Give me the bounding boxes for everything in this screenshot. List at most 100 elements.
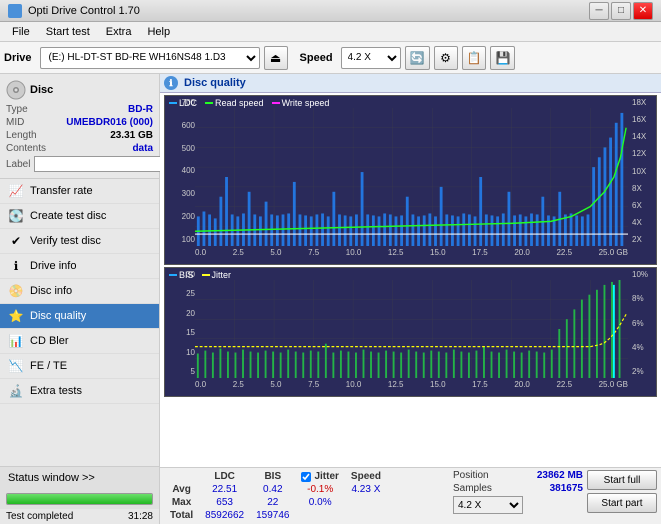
status-time: 31:28 <box>128 511 153 522</box>
sidebar-item-transfer-rate[interactable]: 📈 Transfer rate <box>0 179 159 204</box>
disc-mid-row: MID UMEBDR016 (000) <box>6 117 153 128</box>
disc-contents-value: data <box>132 143 153 154</box>
close-button[interactable]: ✕ <box>633 2 653 20</box>
sidebar-item-extra-tests[interactable]: 🔬 Extra tests <box>0 379 159 404</box>
top-chart: LDC Read speed Write speed 700 600 500 <box>164 95 657 265</box>
extra-tests-icon: 🔬 <box>8 384 24 398</box>
write-speed-dot <box>272 102 280 104</box>
jitter-checkbox[interactable] <box>301 472 311 482</box>
avg-speed: 4.23 X <box>345 483 387 496</box>
disc-type-label: Type <box>6 104 28 115</box>
top-chart-legend: LDC Read speed Write speed <box>169 98 329 108</box>
title-bar: Opti Drive Control 1.70 ─ □ ✕ <box>0 0 661 22</box>
bottom-chart: BIS Jitter 30 25 20 15 10 5 <box>164 267 657 397</box>
settings-button[interactable]: ⚙ <box>434 46 458 70</box>
sidebar-item-create-test-disc-label: Create test disc <box>30 210 106 222</box>
sidebar-item-cd-bler[interactable]: 📊 CD Bler <box>0 329 159 354</box>
ldc-label: LDC <box>179 98 197 108</box>
refresh-button[interactable]: 🔄 <box>405 46 430 70</box>
start-buttons: Start full Start part <box>587 470 657 513</box>
status-window-label: Status window >> <box>8 472 95 484</box>
status-text-row: Test completed 31:28 <box>0 509 159 524</box>
menu-start-test[interactable]: Start test <box>38 24 98 40</box>
create-test-disc-icon: 💽 <box>8 209 24 223</box>
disc-label-row: Label ✎ <box>6 156 153 172</box>
write-speed-label: Write speed <box>282 98 330 108</box>
total-bis: 159746 <box>250 509 295 522</box>
bottom-chart-y-right: 10% 8% 6% 4% 2% <box>632 268 656 378</box>
read-speed-label: Read speed <box>215 98 264 108</box>
position-row: Position 23862 MB <box>453 470 583 481</box>
cd-bler-icon: 📊 <box>8 334 24 348</box>
max-bis: 22 <box>250 496 295 509</box>
sidebar: Disc Type BD-R MID UMEBDR016 (000) Lengt… <box>0 74 160 524</box>
sidebar-item-drive-info-label: Drive info <box>30 260 76 272</box>
sidebar-status: Status window >> Test completed 31:28 <box>0 466 159 524</box>
progress-bar-fill <box>7 494 152 504</box>
write-speed-legend: Write speed <box>272 98 330 108</box>
bis-label: BIS <box>179 270 194 280</box>
sidebar-item-cd-bler-label: CD Bler <box>30 335 69 347</box>
status-window-button[interactable]: Status window >> <box>0 466 159 489</box>
status-text: Test completed <box>6 511 73 522</box>
stats-row-avg: Avg 22.51 0.42 -0.1% 4.23 X <box>164 483 387 496</box>
disc-length-label: Length <box>6 130 37 141</box>
position-label: Position <box>453 470 489 481</box>
start-full-button[interactable]: Start full <box>587 470 657 490</box>
speed-select-bottom[interactable]: 4.2 X <box>453 496 523 514</box>
jitter-label-header: Jitter <box>314 471 338 482</box>
top-chart-x-axis: 0.0 2.5 5.0 7.5 10.0 12.5 15.0 17.5 20.0… <box>195 246 628 264</box>
start-part-button[interactable]: Start part <box>587 493 657 513</box>
col-header-speed: Speed <box>345 470 387 483</box>
avg-bis: 0.42 <box>250 483 295 496</box>
disc-info-icon: 📀 <box>8 284 24 298</box>
sidebar-item-create-test-disc[interactable]: 💽 Create test disc <box>0 204 159 229</box>
stats-row-max: Max 653 22 0.0% <box>164 496 387 509</box>
fe-te-icon: 📉 <box>8 359 24 373</box>
drive-select[interactable]: (E:) HL-DT-ST BD-RE WH16NS48 1.D3 <box>40 47 260 69</box>
col-header-bis: BIS <box>250 470 295 483</box>
stats-table: LDC BIS Jitter Speed <box>164 470 449 522</box>
menu-help[interactable]: Help <box>139 24 178 40</box>
sidebar-item-disc-quality[interactable]: ⭐ Disc quality <box>0 304 159 329</box>
disc-label-input[interactable] <box>34 156 172 172</box>
max-ldc: 653 <box>199 496 250 509</box>
bottom-chart-y-left: 30 25 20 15 10 5 <box>165 268 195 378</box>
maximize-button[interactable]: □ <box>611 2 631 20</box>
sidebar-item-fe-te-label: FE / TE <box>30 360 67 372</box>
sidebar-item-verify-test-disc[interactable]: ✔ Verify test disc <box>0 229 159 254</box>
sidebar-item-drive-info[interactable]: ℹ Drive info <box>0 254 159 279</box>
disc-contents-label: Contents <box>6 143 46 154</box>
disc-mid-value: UMEBDR016 (000) <box>66 117 153 128</box>
avg-jitter: -0.1% <box>295 483 344 496</box>
copy-button[interactable]: 📋 <box>462 46 487 70</box>
eject-button[interactable]: ⏏ <box>264 46 288 70</box>
drive-label: Drive <box>4 52 32 64</box>
main-content: ℹ Disc quality LDC Read speed <box>160 74 661 524</box>
menu-file[interactable]: File <box>4 24 38 40</box>
disc-icon <box>6 80 26 100</box>
total-speed <box>345 509 387 522</box>
bottom-chart-legend: BIS Jitter <box>169 270 231 280</box>
disc-type-value: BD-R <box>128 104 153 115</box>
sidebar-item-disc-info[interactable]: 📀 Disc info <box>0 279 159 304</box>
ldc-dot <box>169 102 177 104</box>
disc-contents-row: Contents data <box>6 143 153 154</box>
sidebar-item-verify-test-disc-label: Verify test disc <box>30 235 101 247</box>
save-button[interactable]: 💾 <box>490 46 515 70</box>
speed-select[interactable]: 4.2 X <box>341 47 401 69</box>
menu-extra[interactable]: Extra <box>98 24 140 40</box>
minimize-button[interactable]: ─ <box>589 2 609 20</box>
disc-label-label: Label <box>6 159 30 170</box>
avg-ldc: 22.51 <box>199 483 250 496</box>
sidebar-item-fe-te[interactable]: 📉 FE / TE <box>0 354 159 379</box>
sidebar-item-disc-info-label: Disc info <box>30 285 72 297</box>
bis-dot <box>169 274 177 276</box>
samples-value: 381675 <box>550 483 583 494</box>
total-ldc: 8592662 <box>199 509 250 522</box>
position-value: 23862 MB <box>537 470 583 481</box>
ldc-legend: LDC <box>169 98 197 108</box>
total-label: Total <box>164 509 199 522</box>
max-label: Max <box>164 496 199 509</box>
top-chart-y-right: 18X 16X 14X 12X 10X 8X 6X 4X 2X <box>632 96 656 246</box>
